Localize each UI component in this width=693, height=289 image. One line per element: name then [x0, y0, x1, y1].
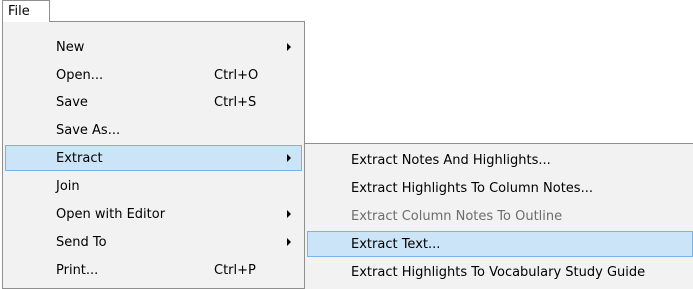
menu-item-label: Extract Highlights To Column Notes... — [351, 181, 593, 196]
menu-item-label: Open with Editor — [56, 207, 166, 222]
menu-item-save[interactable]: Save Ctrl+S — [5, 89, 302, 115]
menu-item-label: Extract — [56, 151, 103, 166]
menu-item-send-to[interactable]: Send To — [5, 229, 302, 255]
extract-submenu: Extract Notes And Highlights... Extract … — [304, 143, 693, 289]
menu-item-label: Print... — [56, 263, 99, 278]
menu-item-label: Save As... — [56, 123, 121, 138]
submenu-arrow-icon — [287, 238, 291, 246]
menu-item-label: Open... — [56, 68, 104, 83]
menu-item-label: New — [56, 40, 85, 55]
menu-bar: File — [0, 0, 693, 22]
menu-item-label: Save — [56, 95, 88, 110]
submenu-arrow-icon — [287, 210, 291, 218]
menu-item-open[interactable]: Open... Ctrl+O — [5, 62, 302, 88]
menu-item-save-as[interactable]: Save As... — [5, 117, 302, 143]
menu-item-label: Extract Column Notes To Outline — [351, 209, 563, 224]
menu-item-label: Extract Highlights To Vocabulary Study G… — [351, 265, 646, 280]
menu-item-label: Extract Text... — [351, 237, 441, 252]
menu-file[interactable]: File — [2, 0, 50, 22]
menu-item-shortcut: Ctrl+S — [214, 95, 257, 110]
submenu-item-extract-notes-and-highlights[interactable]: Extract Notes And Highlights... — [307, 147, 693, 173]
menu-item-label: Extract Notes And Highlights... — [351, 153, 551, 168]
submenu-arrow-icon — [287, 43, 291, 51]
submenu-item-extract-text[interactable]: Extract Text... — [307, 231, 693, 257]
submenu-item-extract-highlights-to-column-notes[interactable]: Extract Highlights To Column Notes... — [307, 175, 693, 201]
menu-item-shortcut: Ctrl+O — [214, 68, 259, 83]
menu-item-label: Send To — [56, 235, 107, 250]
menu-item-shortcut: Ctrl+P — [214, 263, 256, 278]
menu-item-extract[interactable]: Extract — [5, 145, 302, 171]
submenu-item-extract-highlights-to-vocabulary-study-guide[interactable]: Extract Highlights To Vocabulary Study G… — [307, 259, 693, 285]
menu-item-print[interactable]: Print... Ctrl+P — [5, 257, 302, 283]
menu-item-label: Join — [56, 179, 80, 194]
submenu-arrow-icon — [287, 154, 291, 162]
menu-item-new[interactable]: New — [5, 34, 302, 60]
menu-item-join[interactable]: Join — [5, 173, 302, 199]
file-menu: New Open... Ctrl+O Save Ctrl+S Save As..… — [2, 21, 305, 289]
submenu-item-extract-column-notes-to-outline: Extract Column Notes To Outline — [307, 203, 693, 229]
menu-item-open-with-editor[interactable]: Open with Editor — [5, 201, 302, 227]
